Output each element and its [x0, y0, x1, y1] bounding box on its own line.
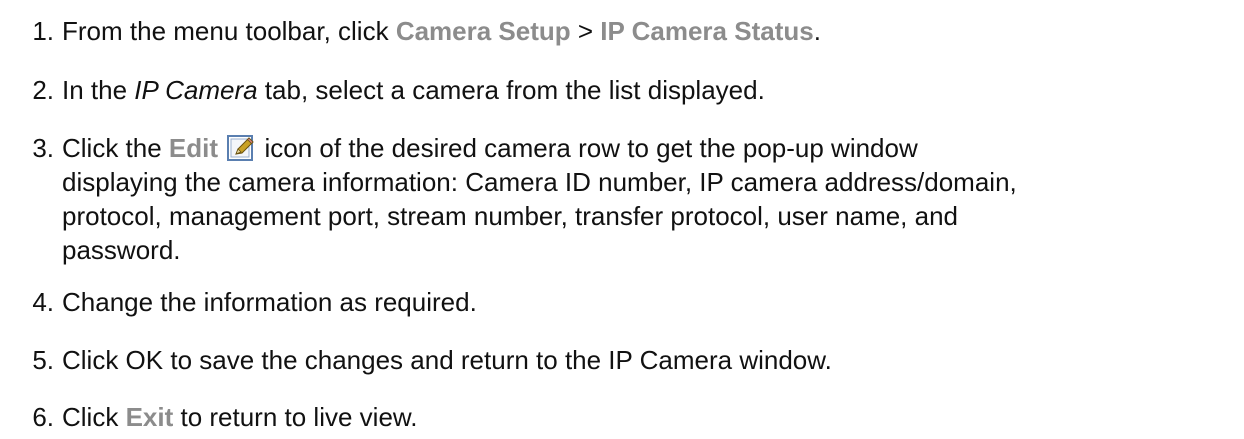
step-text: Click Exit to return to live view.	[62, 400, 1230, 434]
ip-camera-tab-name: IP Camera	[134, 75, 258, 105]
step-text-post: to return to live view.	[173, 402, 418, 432]
list-item: 6. Click Exit to return to live view.	[0, 400, 1230, 434]
list-item: 3. Click the Edit icon of the desired ca…	[0, 131, 1230, 267]
camera-setup-link: Camera Setup	[395, 16, 571, 46]
instruction-list: 1. From the menu toolbar, click Camera S…	[0, 0, 1244, 439]
step-line-4: password.	[62, 235, 181, 265]
step-number: 2.	[32, 75, 54, 105]
menu-separator: >	[570, 16, 601, 46]
edit-pencil-icon	[227, 135, 255, 161]
step-text-pre: Click the	[62, 133, 169, 163]
step-text: Click the Edit icon of the desired camer…	[62, 131, 1230, 267]
list-item: 1. From the menu toolbar, click Camera S…	[0, 14, 1230, 48]
edit-link: Edit	[168, 133, 219, 163]
step-line-1: icon of the desired camera row to get th…	[257, 133, 918, 163]
step-number: 5.	[32, 345, 54, 375]
step-text: From the menu toolbar, click Camera Setu…	[62, 14, 1230, 48]
step-text-post: .	[813, 16, 821, 46]
step-text: Change the information as required.	[62, 287, 477, 317]
step-text: In the IP Camera tab, select a camera fr…	[62, 73, 1230, 107]
list-item: 4. Change the information as required.	[0, 285, 1230, 319]
exit-link: Exit	[125, 402, 174, 432]
step-number: 1.	[32, 16, 54, 46]
step-number: 3.	[32, 133, 54, 163]
step-line-3: protocol, management port, stream number…	[62, 201, 959, 231]
step-text-pre: Click	[62, 402, 126, 432]
step-text-pre: From the menu toolbar, click	[62, 16, 396, 46]
list-item: 5. Click OK to save the changes and retu…	[0, 343, 1230, 377]
step-text: Click OK to save the changes and return …	[62, 345, 832, 375]
step-number: 6.	[32, 402, 54, 432]
ip-camera-status-link: IP Camera Status	[600, 16, 814, 46]
step-line: Click the Edit icon of the desired camer…	[62, 131, 1230, 165]
step-line-2: displaying the camera information: Camer…	[62, 167, 1017, 197]
list-item: 2. In the IP Camera tab, select a camera…	[0, 73, 1230, 107]
step-text-post: tab, select a camera from the list displ…	[257, 75, 765, 105]
step-text-pre: In the	[62, 75, 135, 105]
step-number: 4.	[32, 287, 54, 317]
